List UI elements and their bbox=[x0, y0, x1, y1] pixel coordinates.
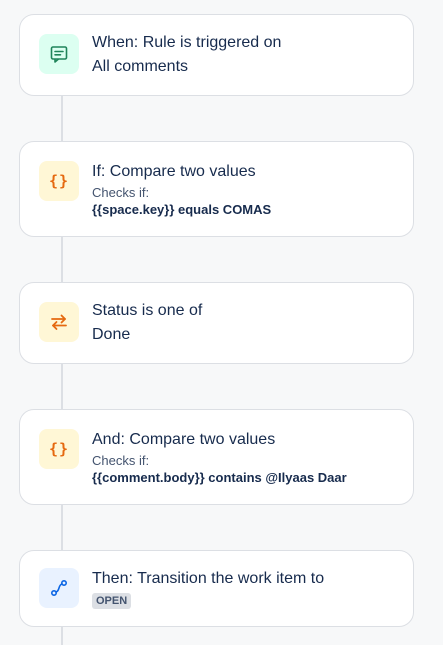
curly-braces-icon: {} bbox=[48, 172, 70, 190]
and-condition-title: And: Compare two values bbox=[92, 431, 276, 448]
and-condition-icon-tile: {} bbox=[39, 429, 79, 469]
rule-flow-canvas: When: Rule is triggered on All comments … bbox=[0, 0, 443, 645]
action-icon-tile bbox=[39, 568, 79, 608]
status-lozenge: OPEN bbox=[92, 593, 132, 609]
status-condition-detail: Done bbox=[92, 326, 131, 343]
action-card[interactable]: Then: Transition the work item to OPEN bbox=[19, 550, 414, 627]
comment-icon bbox=[50, 46, 68, 63]
condition-icon-tile: {} bbox=[39, 161, 79, 201]
and-condition-caption: Checks if: bbox=[92, 453, 150, 468]
trigger-title: When: Rule is triggered on bbox=[92, 34, 282, 51]
condition-expression: {{space.key}} equals COMAS bbox=[92, 202, 272, 217]
and-condition-expression: {{comment.body}} contains @Ilyaas Daar bbox=[92, 470, 347, 485]
status-condition-card[interactable]: Status is one of Done bbox=[19, 282, 414, 364]
transition-icon bbox=[50, 579, 68, 597]
curly-braces-icon: {} bbox=[48, 440, 70, 458]
trigger-detail: All comments bbox=[92, 58, 189, 75]
action-title: Then: Transition the work item to bbox=[92, 570, 325, 587]
connector-line bbox=[61, 95, 63, 142]
trigger-card[interactable]: When: Rule is triggered on All comments bbox=[19, 14, 414, 96]
connector-line bbox=[61, 363, 63, 410]
and-condition-card[interactable]: {} And: Compare two values Checks if: {{… bbox=[19, 409, 414, 505]
connector-line bbox=[61, 626, 63, 645]
swap-arrows-icon bbox=[51, 314, 67, 330]
condition-title: If: Compare two values bbox=[92, 163, 256, 180]
condition-card[interactable]: {} If: Compare two values Checks if: {{s… bbox=[19, 141, 414, 237]
connector-line bbox=[61, 236, 63, 283]
status-condition-title: Status is one of bbox=[92, 302, 203, 319]
connector-line bbox=[61, 504, 63, 551]
trigger-icon-tile bbox=[39, 34, 79, 74]
condition-caption: Checks if: bbox=[92, 185, 150, 200]
status-condition-icon-tile bbox=[39, 302, 79, 342]
